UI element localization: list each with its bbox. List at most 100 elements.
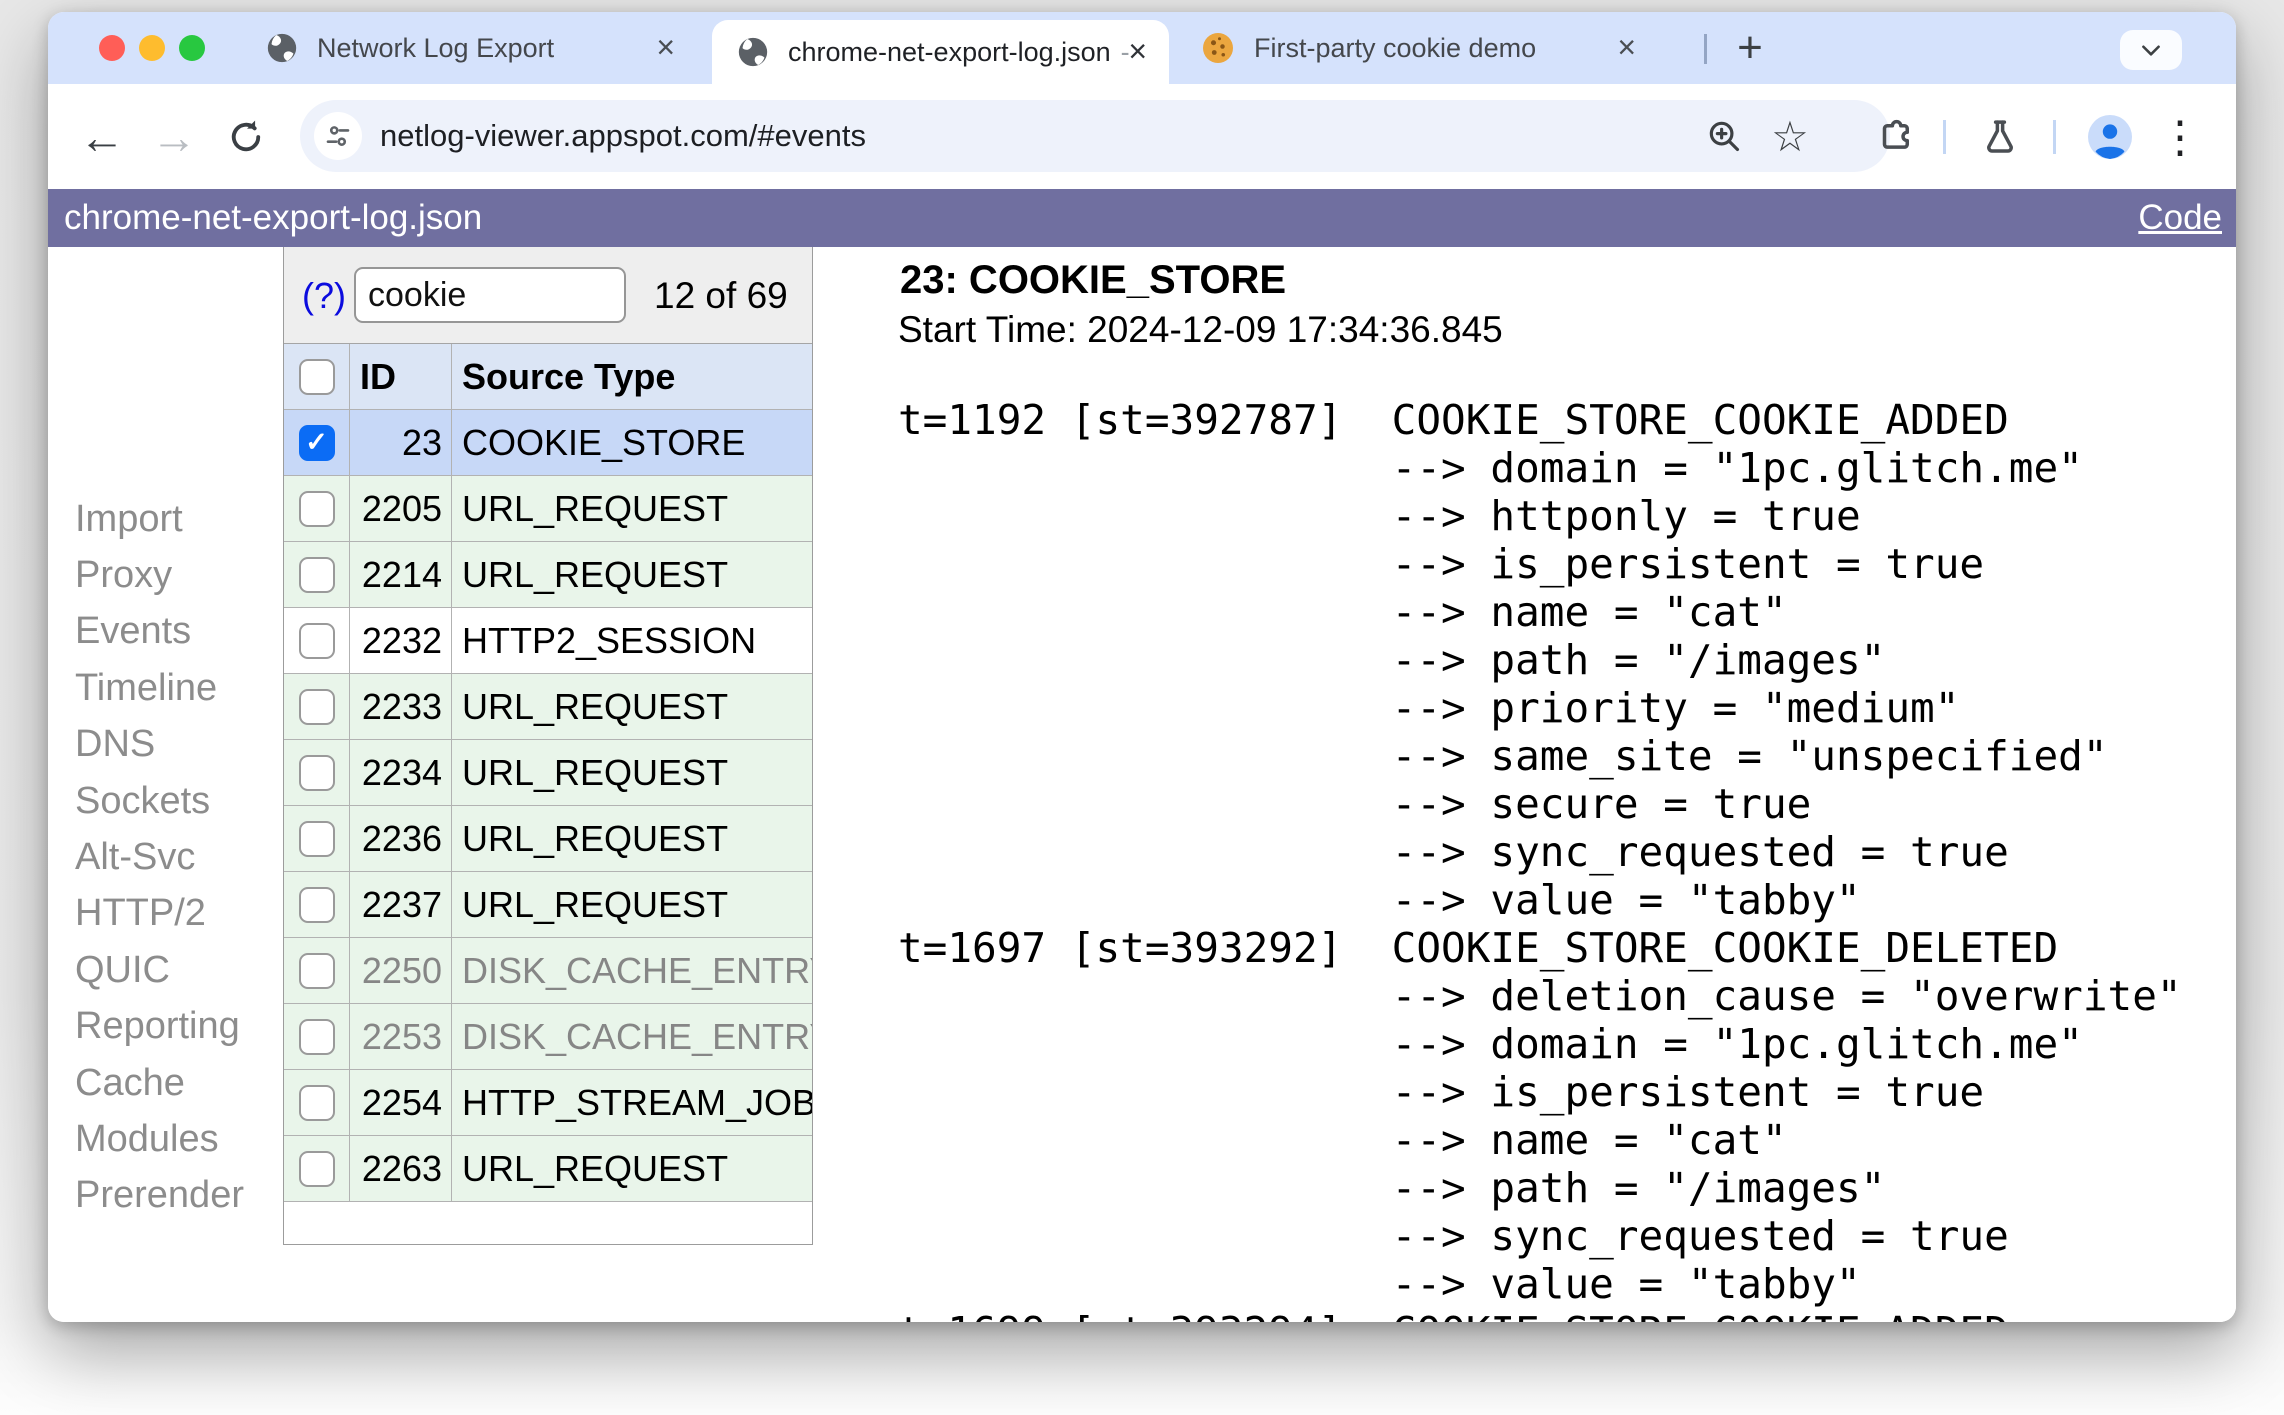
chevron-down-icon: [2142, 45, 2160, 56]
globe-favicon-icon: [265, 31, 299, 65]
row-checkbox[interactable]: [298, 820, 335, 857]
row-id: 2263: [350, 1136, 452, 1201]
sidebar-item-alt-svc[interactable]: Alt-Svc: [75, 829, 195, 885]
sidebar-item-import[interactable]: Import: [75, 491, 183, 547]
browser-menu-icon[interactable]: ⋮: [2156, 113, 2204, 162]
tab-close-icon[interactable]: ×: [1128, 33, 1147, 70]
table-row[interactable]: 2233 URL_REQUEST: [284, 674, 812, 740]
globe-favicon-icon: [736, 35, 770, 69]
extensions-icon[interactable]: [1871, 113, 1919, 161]
site-settings-icon[interactable]: [314, 112, 362, 160]
tab-network-log-export[interactable]: Network Log Export ×: [253, 12, 703, 84]
window-zoom-button[interactable]: [179, 35, 205, 61]
sidebar-item-quic[interactable]: QUIC: [75, 942, 170, 998]
table-row[interactable]: 2237 URL_REQUEST: [284, 872, 812, 938]
sidebar-item-dns[interactable]: DNS: [75, 717, 155, 773]
table-row[interactable]: 2214 URL_REQUEST: [284, 542, 812, 608]
row-source-type: URL_REQUEST: [462, 1147, 729, 1189]
filter-bar: (?) 12 of 69: [284, 247, 812, 344]
table-row[interactable]: 2253 DISK_CACHE_ENTRY: [284, 1004, 812, 1070]
filter-input[interactable]: [354, 267, 626, 323]
row-source-type: URL_REQUEST: [462, 883, 729, 925]
row-checkbox[interactable]: [298, 952, 335, 989]
table-header-row: ID Source Type: [284, 344, 812, 410]
netlog-content: Import Proxy Events Timeline DNS Sockets Alt-S…: [48, 247, 2236, 1322]
filter-help-link[interactable]: (?): [302, 247, 346, 344]
labs-flask-icon[interactable]: [1976, 113, 2024, 161]
row-checkbox[interactable]: [298, 490, 335, 527]
code-link[interactable]: Code: [2138, 189, 2222, 247]
row-source-type: DISK_CACHE_ENTRY: [462, 1015, 812, 1057]
row-checkbox[interactable]: [298, 1150, 335, 1187]
select-all-checkbox[interactable]: [298, 358, 335, 395]
table-row[interactable]: ✓ 23 COOKIE_STORE: [284, 410, 812, 476]
row-checkbox[interactable]: ✓: [298, 424, 335, 461]
table-row[interactable]: 2250 DISK_CACHE_ENTRY: [284, 938, 812, 1004]
row-id: 2253: [350, 1004, 452, 1069]
tab-chrome-net-export-log[interactable]: chrome-net-export-log.json - ×: [712, 20, 1169, 84]
table-row[interactable]: 2236 URL_REQUEST: [284, 806, 812, 872]
sidebar-item-events[interactable]: Events: [75, 604, 191, 660]
row-source-type: URL_REQUEST: [462, 751, 729, 793]
tab-search-button[interactable]: [2120, 30, 2182, 70]
forward-button[interactable]: →: [144, 84, 204, 189]
row-checkbox[interactable]: [298, 688, 335, 725]
window-close-button[interactable]: [99, 35, 125, 61]
toolbar-divider: [1943, 120, 1946, 154]
row-id: 2233: [350, 674, 452, 739]
bookmark-star-icon[interactable]: ☆: [1768, 113, 1812, 160]
tab-close-icon[interactable]: ×: [656, 29, 675, 66]
row-checkbox[interactable]: [298, 1018, 335, 1055]
tab-first-party-cookie-demo[interactable]: First-party cookie demo ×: [1200, 12, 1662, 84]
row-id: 23: [350, 410, 452, 475]
row-id: 2214: [350, 542, 452, 607]
row-checkbox[interactable]: [298, 622, 335, 659]
url-text[interactable]: netlog-viewer.appspot.com/#events: [380, 100, 866, 172]
column-header-id[interactable]: ID: [350, 344, 452, 409]
profile-avatar[interactable]: [2086, 113, 2134, 161]
address-bar[interactable]: netlog-viewer.appspot.com/#events ☆: [300, 100, 1890, 172]
tab-strip: Network Log Export × chrome-net-export-l…: [48, 12, 2236, 84]
row-id: 2234: [350, 740, 452, 805]
table-row[interactable]: 2205 URL_REQUEST: [284, 476, 812, 542]
browser-window: Network Log Export × chrome-net-export-l…: [48, 12, 2236, 1322]
cookie-favicon-icon: [1200, 30, 1236, 66]
sidebar-item-prerender[interactable]: Prerender: [75, 1168, 244, 1224]
loaded-file-title: chrome-net-export-log.json: [64, 198, 483, 237]
table-row[interactable]: 2234 URL_REQUEST: [284, 740, 812, 806]
row-id: 2250: [350, 938, 452, 1003]
zoom-icon[interactable]: [1702, 114, 1746, 158]
sidebar: Import Proxy Events Timeline DNS Sockets Alt-S…: [48, 247, 283, 1322]
row-id: 2254: [350, 1070, 452, 1135]
column-header-source-type[interactable]: Source Type: [452, 344, 812, 409]
table-row[interactable]: 2254 HTTP_STREAM_JOB: [284, 1070, 812, 1136]
row-checkbox[interactable]: [298, 556, 335, 593]
back-button[interactable]: ←: [72, 84, 132, 189]
table-row[interactable]: 2263 URL_REQUEST: [284, 1136, 812, 1202]
netlog-status-bar: chrome-net-export-log.json Code: [48, 189, 2236, 247]
toolbar-divider: [2053, 120, 2056, 154]
tab-close-icon[interactable]: ×: [1617, 29, 1636, 66]
row-source-type: DISK_CACHE_ENTRY: [462, 949, 812, 991]
row-id: 2205: [350, 476, 452, 541]
sidebar-item-reporting[interactable]: Reporting: [75, 999, 240, 1055]
window-minimize-button[interactable]: [139, 35, 165, 61]
browser-toolbar: ← → netlog-viewer.appspot.com/#events ☆ …: [48, 84, 2236, 189]
new-tab-button[interactable]: +: [1720, 22, 1780, 74]
sidebar-item-cache[interactable]: Cache: [75, 1055, 185, 1111]
row-id: 2237: [350, 872, 452, 937]
reload-button[interactable]: [216, 84, 276, 189]
sidebar-item-http-2[interactable]: HTTP/2: [75, 886, 206, 942]
row-checkbox[interactable]: [298, 886, 335, 923]
row-checkbox[interactable]: [298, 754, 335, 791]
table-row[interactable]: 2232 HTTP2_SESSION: [284, 608, 812, 674]
sidebar-item-proxy[interactable]: Proxy: [75, 547, 172, 603]
sidebar-item-timeline[interactable]: Timeline: [75, 660, 217, 716]
sidebar-item-sockets[interactable]: Sockets: [75, 773, 210, 829]
row-source-type: HTTP_STREAM_JOB: [462, 1081, 812, 1123]
tab-title: First-party cookie demo: [1254, 32, 1537, 63]
row-source-type: HTTP2_SESSION: [462, 619, 757, 661]
row-id: 2232: [350, 608, 452, 673]
row-checkbox[interactable]: [298, 1084, 335, 1121]
sidebar-item-modules[interactable]: Modules: [75, 1111, 219, 1167]
